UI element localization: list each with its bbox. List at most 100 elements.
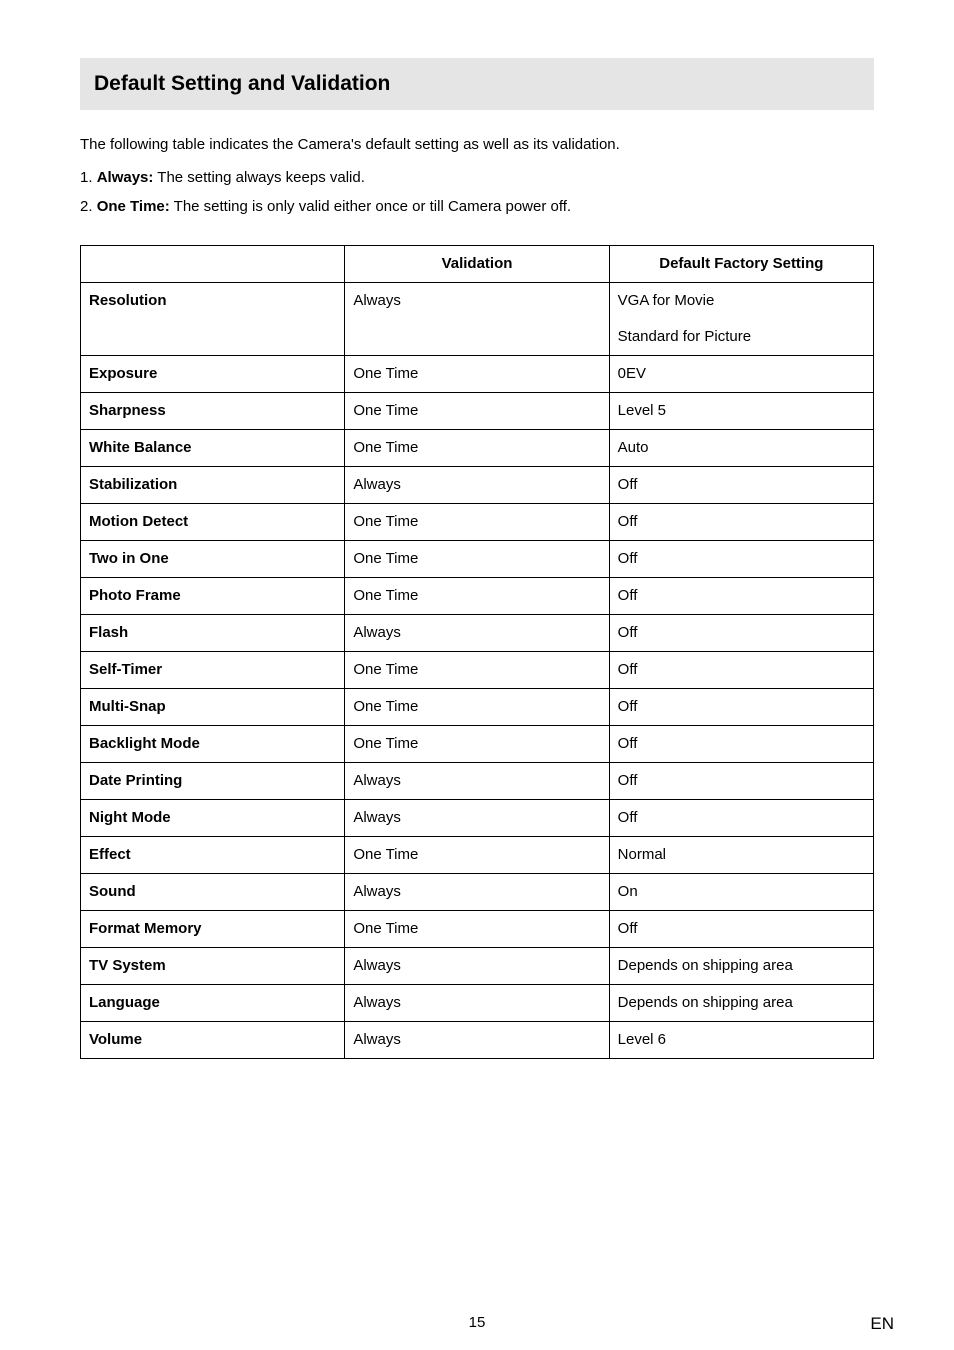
cell-default: Off: [609, 578, 873, 615]
settings-table: Validation Default Factory Setting Resol…: [80, 245, 874, 1059]
table-row: ExposureOne Time0EV: [81, 356, 874, 393]
table-row: Multi-SnapOne TimeOff: [81, 689, 874, 726]
table-row: Backlight ModeOne TimeOff: [81, 726, 874, 763]
table-row: FlashAlwaysOff: [81, 615, 874, 652]
cell-name: Flash: [81, 615, 345, 652]
cell-default: Level 6: [609, 1022, 873, 1059]
cell-default: Depends on shipping area: [609, 948, 873, 985]
cell-validation: One Time: [345, 504, 609, 541]
cell-default: Off: [609, 652, 873, 689]
table-row: TV SystemAlwaysDepends on shipping area: [81, 948, 874, 985]
cell-name: Stabilization: [81, 467, 345, 504]
cell-validation: One Time: [345, 578, 609, 615]
table-row: Format MemoryOne TimeOff: [81, 911, 874, 948]
table-row: StabilizationAlwaysOff: [81, 467, 874, 504]
table-header-default: Default Factory Setting: [609, 246, 873, 283]
cell-name: Date Printing: [81, 763, 345, 800]
cell-default: Off: [609, 911, 873, 948]
table-row: White BalanceOne TimeAuto: [81, 430, 874, 467]
cell-validation: One Time: [345, 393, 609, 430]
cell-validation: Always: [345, 467, 609, 504]
bullet-2: 2. One Time: The setting is only valid e…: [80, 196, 874, 217]
heading-text: Default Setting and Validation: [94, 72, 860, 96]
cell-default: VGA for Movie: [609, 283, 873, 320]
bullet-rest: The setting always keeps valid.: [153, 169, 365, 186]
table-row: Photo FrameOne TimeOff: [81, 578, 874, 615]
cell-default: Off: [609, 726, 873, 763]
cell-name: Self-Timer: [81, 652, 345, 689]
cell-name: Two in One: [81, 541, 345, 578]
cell-name: Night Mode: [81, 800, 345, 837]
cell-default: Depends on shipping area: [609, 985, 873, 1022]
table-row: Date PrintingAlwaysOff: [81, 763, 874, 800]
cell-name: Sound: [81, 874, 345, 911]
table-row: SharpnessOne TimeLevel 5: [81, 393, 874, 430]
cell-name: Motion Detect: [81, 504, 345, 541]
bullet-bold: Always:: [97, 169, 154, 186]
cell-validation: Always: [345, 874, 609, 911]
bullet-1: 1. Always: The setting always keeps vali…: [80, 167, 874, 188]
cell-validation: Always: [345, 615, 609, 652]
cell-validation-empty: [345, 319, 609, 356]
cell-name: Volume: [81, 1022, 345, 1059]
cell-name: Multi-Snap: [81, 689, 345, 726]
table-row: EffectOne TimeNormal: [81, 837, 874, 874]
cell-validation: One Time: [345, 911, 609, 948]
cell-default: Off: [609, 689, 873, 726]
table-row: Two in OneOne TimeOff: [81, 541, 874, 578]
table-header-empty: [81, 246, 345, 283]
cell-name-empty: [81, 319, 345, 356]
cell-default: Auto: [609, 430, 873, 467]
language-code: EN: [870, 1314, 894, 1334]
cell-validation: One Time: [345, 430, 609, 467]
cell-default: On: [609, 874, 873, 911]
table-row: Motion DetectOne TimeOff: [81, 504, 874, 541]
cell-name: Language: [81, 985, 345, 1022]
table-header-validation: Validation: [345, 246, 609, 283]
table-header-row: Validation Default Factory Setting: [81, 246, 874, 283]
cell-name: Resolution: [81, 283, 345, 320]
bullet-bold: One Time:: [97, 198, 170, 215]
cell-validation: One Time: [345, 356, 609, 393]
cell-name: Exposure: [81, 356, 345, 393]
intro-text: The following table indicates the Camera…: [80, 134, 874, 155]
bullet-num: 1.: [80, 169, 97, 186]
cell-validation: One Time: [345, 726, 609, 763]
cell-validation: One Time: [345, 541, 609, 578]
cell-validation: One Time: [345, 689, 609, 726]
cell-validation: Always: [345, 800, 609, 837]
cell-default: Level 5: [609, 393, 873, 430]
cell-default: Off: [609, 763, 873, 800]
cell-name: TV System: [81, 948, 345, 985]
table-row: Night ModeAlwaysOff: [81, 800, 874, 837]
cell-name: White Balance: [81, 430, 345, 467]
cell-default: Off: [609, 541, 873, 578]
table-row: Self-TimerOne TimeOff: [81, 652, 874, 689]
cell-default: Off: [609, 800, 873, 837]
table-row: LanguageAlwaysDepends on shipping area: [81, 985, 874, 1022]
cell-default2: Standard for Picture: [609, 319, 873, 356]
section-heading: Default Setting and Validation: [80, 58, 874, 110]
cell-validation: One Time: [345, 652, 609, 689]
cell-name: Effect: [81, 837, 345, 874]
table-row: SoundAlwaysOn: [81, 874, 874, 911]
cell-name: Backlight Mode: [81, 726, 345, 763]
cell-name: Sharpness: [81, 393, 345, 430]
cell-validation: Always: [345, 948, 609, 985]
bullet-num: 2.: [80, 198, 97, 215]
cell-validation: One Time: [345, 837, 609, 874]
table-row: VolumeAlwaysLevel 6: [81, 1022, 874, 1059]
cell-validation: Always: [345, 283, 609, 320]
bullet-rest: The setting is only valid either once or…: [170, 198, 571, 215]
table-row: Resolution Always VGA for Movie: [81, 283, 874, 320]
cell-default: 0EV: [609, 356, 873, 393]
cell-default: Off: [609, 467, 873, 504]
cell-validation: Always: [345, 763, 609, 800]
page-number: 15: [0, 1314, 954, 1331]
cell-default: Off: [609, 504, 873, 541]
cell-validation: Always: [345, 985, 609, 1022]
cell-name: Format Memory: [81, 911, 345, 948]
table-row: Standard for Picture: [81, 319, 874, 356]
cell-default: Normal: [609, 837, 873, 874]
cell-name: Photo Frame: [81, 578, 345, 615]
